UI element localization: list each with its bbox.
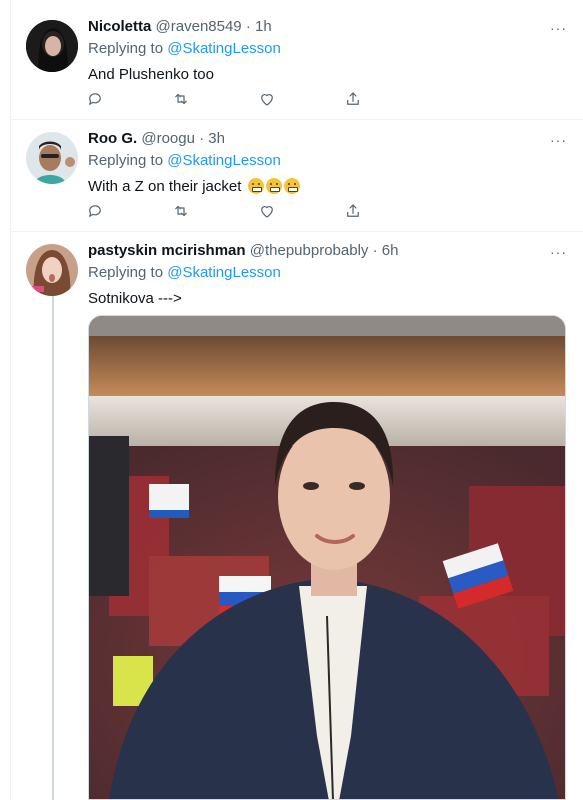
more-icon[interactable]: ··· (550, 244, 567, 260)
grimace-emoji-icon (265, 178, 282, 194)
tweet-text-body: With a Z on their jacket (88, 178, 242, 195)
tweet-actions (86, 202, 386, 222)
replying-to: Replying to @SkatingLesson (88, 40, 281, 57)
tweet-header: Roo G. @roogu · 3h (88, 130, 225, 147)
replying-to-label: Replying to (88, 40, 168, 57)
photo-stadium-crowd (89, 316, 565, 799)
share-icon[interactable] (344, 202, 364, 222)
tweet-media-photo[interactable] (88, 315, 566, 800)
avatar[interactable] (26, 244, 78, 296)
tweet-1[interactable]: Nicoletta @raven8549 · 1h ··· Replying t… (10, 8, 583, 120)
replying-to-label: Replying to (88, 264, 168, 281)
grimace-emoji-icon (247, 178, 264, 194)
retweet-icon[interactable] (172, 90, 192, 110)
tweet-2[interactable]: Roo G. @roogu · 3h ··· Replying to @Skat… (10, 120, 583, 232)
mention-link[interactable]: @SkatingLesson (167, 40, 281, 57)
thread-line (52, 296, 54, 800)
replying-to: Replying to @SkatingLesson (88, 152, 281, 169)
share-icon[interactable] (344, 90, 364, 110)
author-name[interactable]: Nicoletta (88, 18, 151, 35)
author-handle[interactable]: @raven8549 (156, 18, 242, 35)
mention-link[interactable]: @SkatingLesson (167, 152, 281, 169)
heart-icon[interactable] (258, 90, 278, 110)
timestamp[interactable]: · 6h (373, 242, 399, 259)
more-icon[interactable]: ··· (550, 132, 567, 148)
tweet-header: Nicoletta @raven8549 · 1h (88, 18, 272, 35)
grimace-emoji-icon (283, 178, 300, 194)
author-handle[interactable]: @roogu (141, 130, 195, 147)
tweet-actions (86, 90, 386, 110)
avatar[interactable] (26, 20, 78, 72)
timestamp[interactable]: · 3h (199, 130, 225, 147)
reply-icon[interactable] (86, 90, 106, 110)
timestamp[interactable]: · 1h (246, 18, 272, 35)
more-icon[interactable]: ··· (550, 20, 567, 36)
tweet-text: With a Z on their jacket (88, 178, 300, 195)
replying-to-label: Replying to (88, 152, 168, 169)
reply-icon[interactable] (86, 202, 106, 222)
author-name[interactable]: pastyskin mcirishman (88, 242, 246, 259)
author-handle[interactable]: @thepubprobably (250, 242, 369, 259)
avatar[interactable] (26, 132, 78, 184)
mention-link[interactable]: @SkatingLesson (167, 264, 281, 281)
retweet-icon[interactable] (172, 202, 192, 222)
author-name[interactable]: Roo G. (88, 130, 137, 147)
heart-icon[interactable] (258, 202, 278, 222)
tweet-text: And Plushenko too (88, 66, 214, 83)
tweet-text: Sotnikova ---> (88, 290, 182, 307)
tweet-header: pastyskin mcirishman @thepubprobably · 6… (88, 242, 398, 259)
replying-to: Replying to @SkatingLesson (88, 264, 281, 281)
